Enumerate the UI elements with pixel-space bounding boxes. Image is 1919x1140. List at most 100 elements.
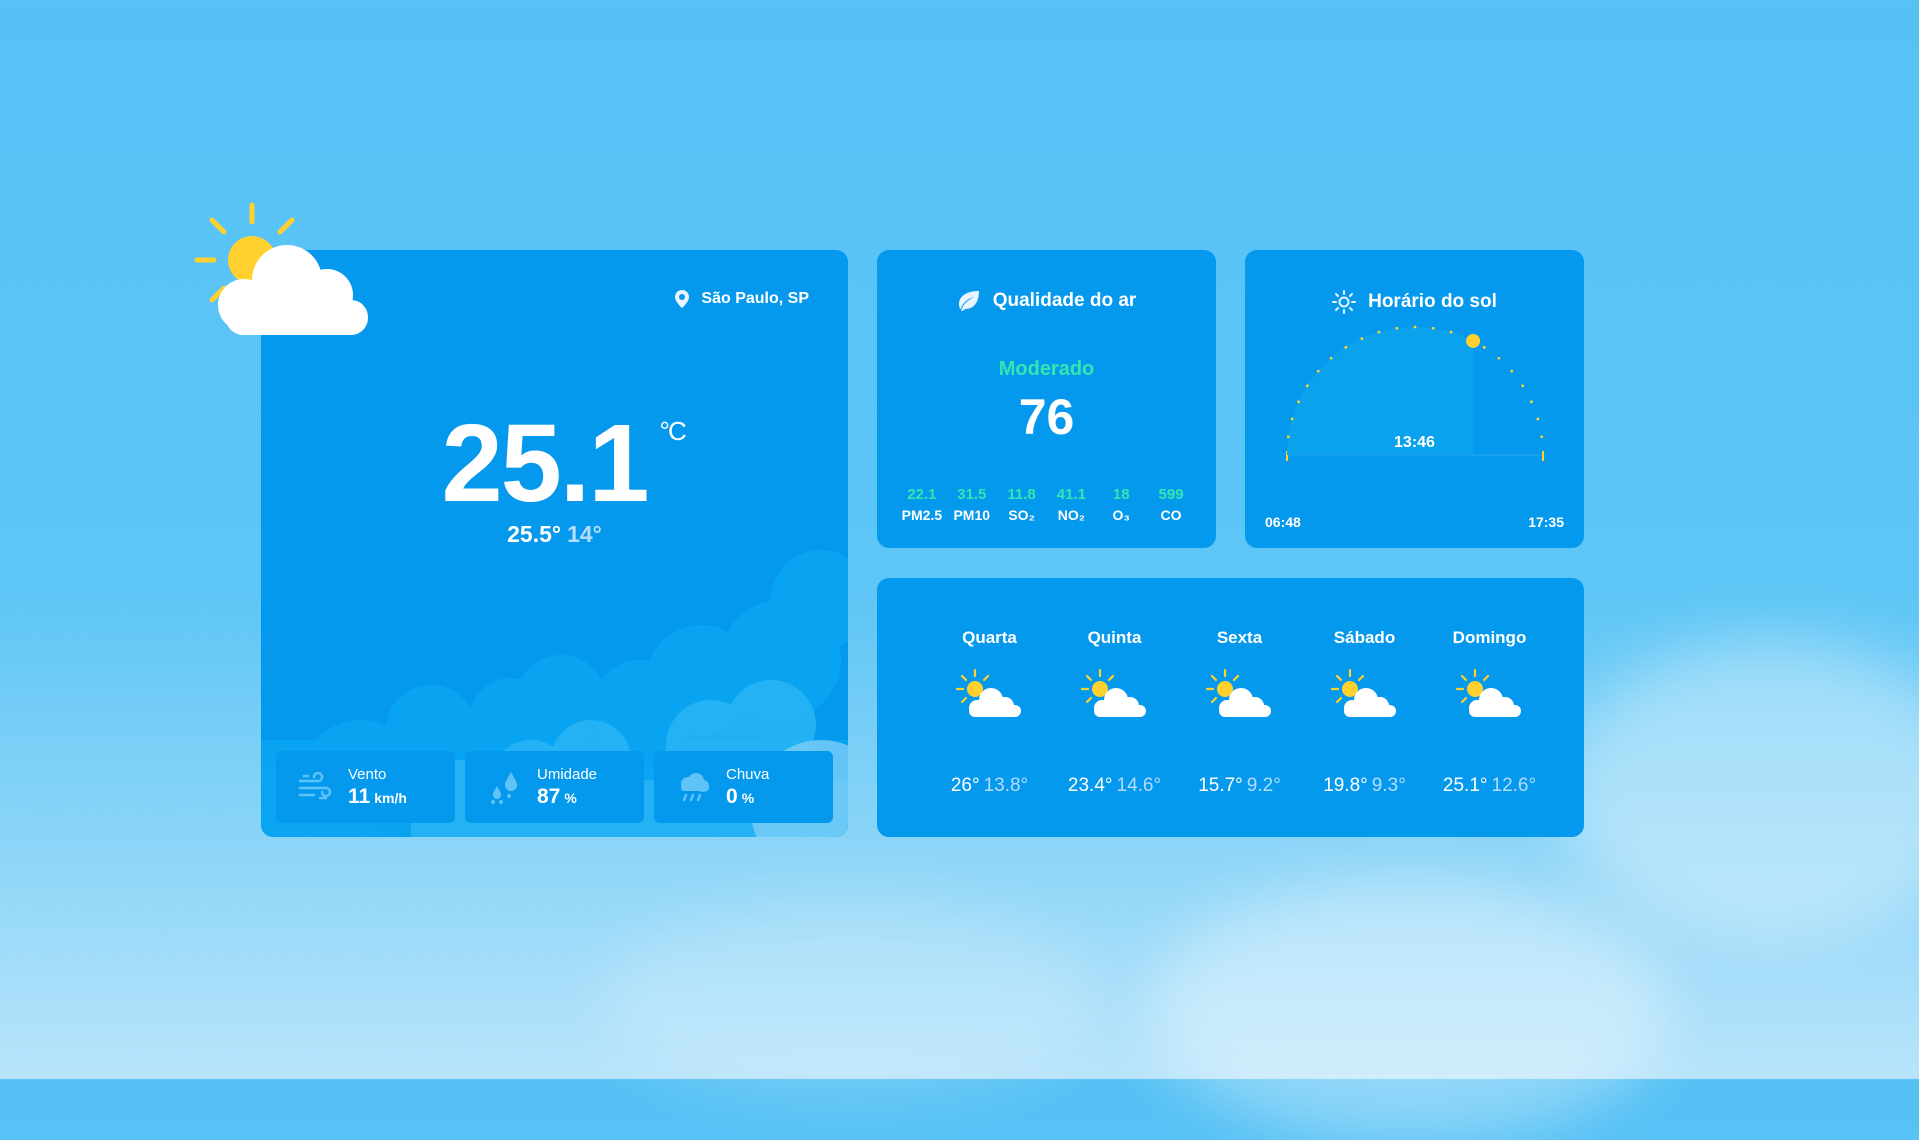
sun-times-card: Horário do sol 13:46 06:48 17:35 [1245, 250, 1584, 548]
air-quality-title-text: Qualidade do ar [992, 290, 1137, 311]
forecast-max: 19.8° [1323, 775, 1368, 796]
leaf-icon [958, 291, 979, 311]
background-cloud [600, 900, 1100, 1100]
air-quality-index: 76 [1018, 389, 1075, 445]
forecast-min: 9.2° [1246, 775, 1281, 796]
pollutant-item: 599 CO [1146, 486, 1196, 523]
forecast-day[interactable]: Quarta 26° 13.8° [927, 628, 1052, 797]
sunrise-time: 06:48 [1265, 514, 1301, 530]
pollutant-name: SO₂ [1008, 507, 1035, 523]
stat-value: 0 [726, 784, 738, 808]
forecast-min: 13.8° [983, 775, 1029, 796]
sun-arc-dot [1360, 337, 1364, 340]
pollutant-value: 31.5 [957, 486, 987, 503]
sun-arc-dot [1449, 330, 1453, 334]
location-name: São Paulo, SP [701, 290, 809, 307]
pollutant-item: 11.8 SO₂ [997, 486, 1047, 523]
pollutant-value: 599 [1158, 486, 1184, 503]
stat-value: 11 [348, 784, 371, 808]
sun-arc-dot [1377, 330, 1381, 334]
forecast-day-name: Domingo [1452, 628, 1527, 647]
forecast-min: 14.6° [1116, 775, 1162, 796]
sun-arc-dot [1316, 369, 1320, 373]
stat-unit: % [741, 789, 755, 806]
stat-label: Umidade [537, 765, 598, 783]
humidity-icon [491, 772, 517, 804]
pollutant-name: CO [1160, 507, 1182, 523]
sun-cloud-icon [1205, 668, 1272, 719]
pollutant-item: 31.5 PM10 [947, 486, 997, 523]
sun-arc-dot [1344, 345, 1348, 349]
pollutant-name: O₃ [1112, 507, 1130, 523]
stat-value: 87 [537, 784, 561, 808]
air-quality-card: Qualidade do ar Moderado 76 22.1 PM2.5 31… [877, 250, 1216, 548]
air-quality-title: Qualidade do ar [877, 290, 1216, 312]
stat-humidity: Umidade 87% [465, 751, 644, 823]
stat-rain: Chuva 0% [654, 751, 833, 823]
pollutant-value: 22.1 [907, 486, 937, 503]
sun-arc-dot [1521, 384, 1525, 388]
pollutant-value: 11.8 [1007, 486, 1036, 503]
sun-cloud-icon [194, 202, 368, 335]
forecast-day[interactable]: Sexta 15.7° 9.2° [1177, 628, 1302, 797]
forecast-min: 9.3° [1371, 775, 1406, 796]
forecast-list: Quarta 26° 13.8° Quinta 23.4° 14.6° Sexta … [927, 628, 1552, 797]
wind-icon [298, 771, 332, 800]
current-time: 13:46 [1394, 434, 1435, 451]
sun-arc-dot [1536, 417, 1540, 421]
forecast-max: 15.7° [1198, 775, 1243, 796]
pollutant-list: 22.1 PM2.5 31.5 PM10 11.8 SO₂ 41.1 NO₂ 18 O₃ … [897, 486, 1196, 523]
forecast-max: 23.4° [1067, 775, 1113, 796]
stat-unit: km/h [374, 789, 407, 806]
forecast-day[interactable]: Quinta 23.4° 14.6° [1052, 628, 1177, 797]
sun-arc-dot [1305, 384, 1309, 388]
sun-arc-dot [1329, 356, 1333, 360]
forecast-day[interactable]: Sábado 19.8° 9.3° [1302, 628, 1427, 797]
background-cloud [1150, 880, 1670, 1140]
sun-arc-dot [1395, 326, 1399, 330]
temperature-value: 25.1 [441, 402, 649, 525]
pollutant-name: NO₂ [1057, 507, 1086, 523]
background-cloud [1560, 640, 1919, 940]
sun-cloud-icon [1455, 668, 1522, 719]
stat-label: Vento [348, 765, 387, 783]
stat-wind: Vento 11 km/h [276, 751, 455, 823]
max-temperature: 25.5° [507, 521, 562, 547]
sun-arc-dot [1510, 369, 1514, 373]
min-temperature: 14° [567, 521, 602, 547]
forecast-max: 25.1° [1442, 775, 1488, 796]
pollutant-item: 18 O₃ [1096, 486, 1146, 523]
sun-arc-dot [1413, 325, 1417, 329]
sun-cloud-icon [1080, 668, 1147, 719]
sunset-time: 17:35 [1528, 514, 1564, 530]
pollutant-item: 22.1 PM2.5 [897, 486, 947, 523]
pollutant-item: 41.1 NO₂ [1046, 486, 1096, 523]
pollutant-value: 18 [1112, 486, 1130, 503]
forecast-day-name: Quinta [1087, 628, 1142, 647]
sun-arc-dot [1530, 400, 1533, 404]
forecast-day-name: Quarta [962, 628, 1017, 647]
forecast-day-name: Sábado [1333, 628, 1396, 647]
air-quality-status: Moderado [998, 358, 1095, 380]
forecast-day[interactable]: Domingo 25.1° 12.6° [1427, 628, 1552, 797]
rain-icon [681, 773, 709, 802]
location[interactable]: São Paulo, SP [675, 290, 809, 308]
pollutant-value: 41.1 [1056, 486, 1086, 503]
sun-cloud-icon [1330, 668, 1397, 719]
sun-arc-dot [1290, 417, 1294, 421]
temperature-range: 25.5° 14° [261, 521, 848, 548]
sun-arc-dot [1297, 400, 1300, 404]
sun-arc-dot [1431, 326, 1435, 330]
forecast-min: 12.6° [1491, 775, 1537, 796]
stat-label: Chuva [726, 765, 770, 783]
sun-arc-dot [1482, 345, 1486, 349]
pollutant-name: PM10 [953, 507, 991, 523]
pollutant-name: PM2.5 [901, 507, 943, 523]
temperature-unit: °C [659, 416, 687, 446]
sun-position-marker [1466, 333, 1481, 348]
pin-icon [675, 290, 690, 308]
stat-unit: % [564, 789, 577, 806]
sun-arc-dot [1497, 356, 1501, 360]
forecast-day-name: Sexta [1216, 628, 1263, 647]
forecast-max: 26° [950, 775, 980, 796]
